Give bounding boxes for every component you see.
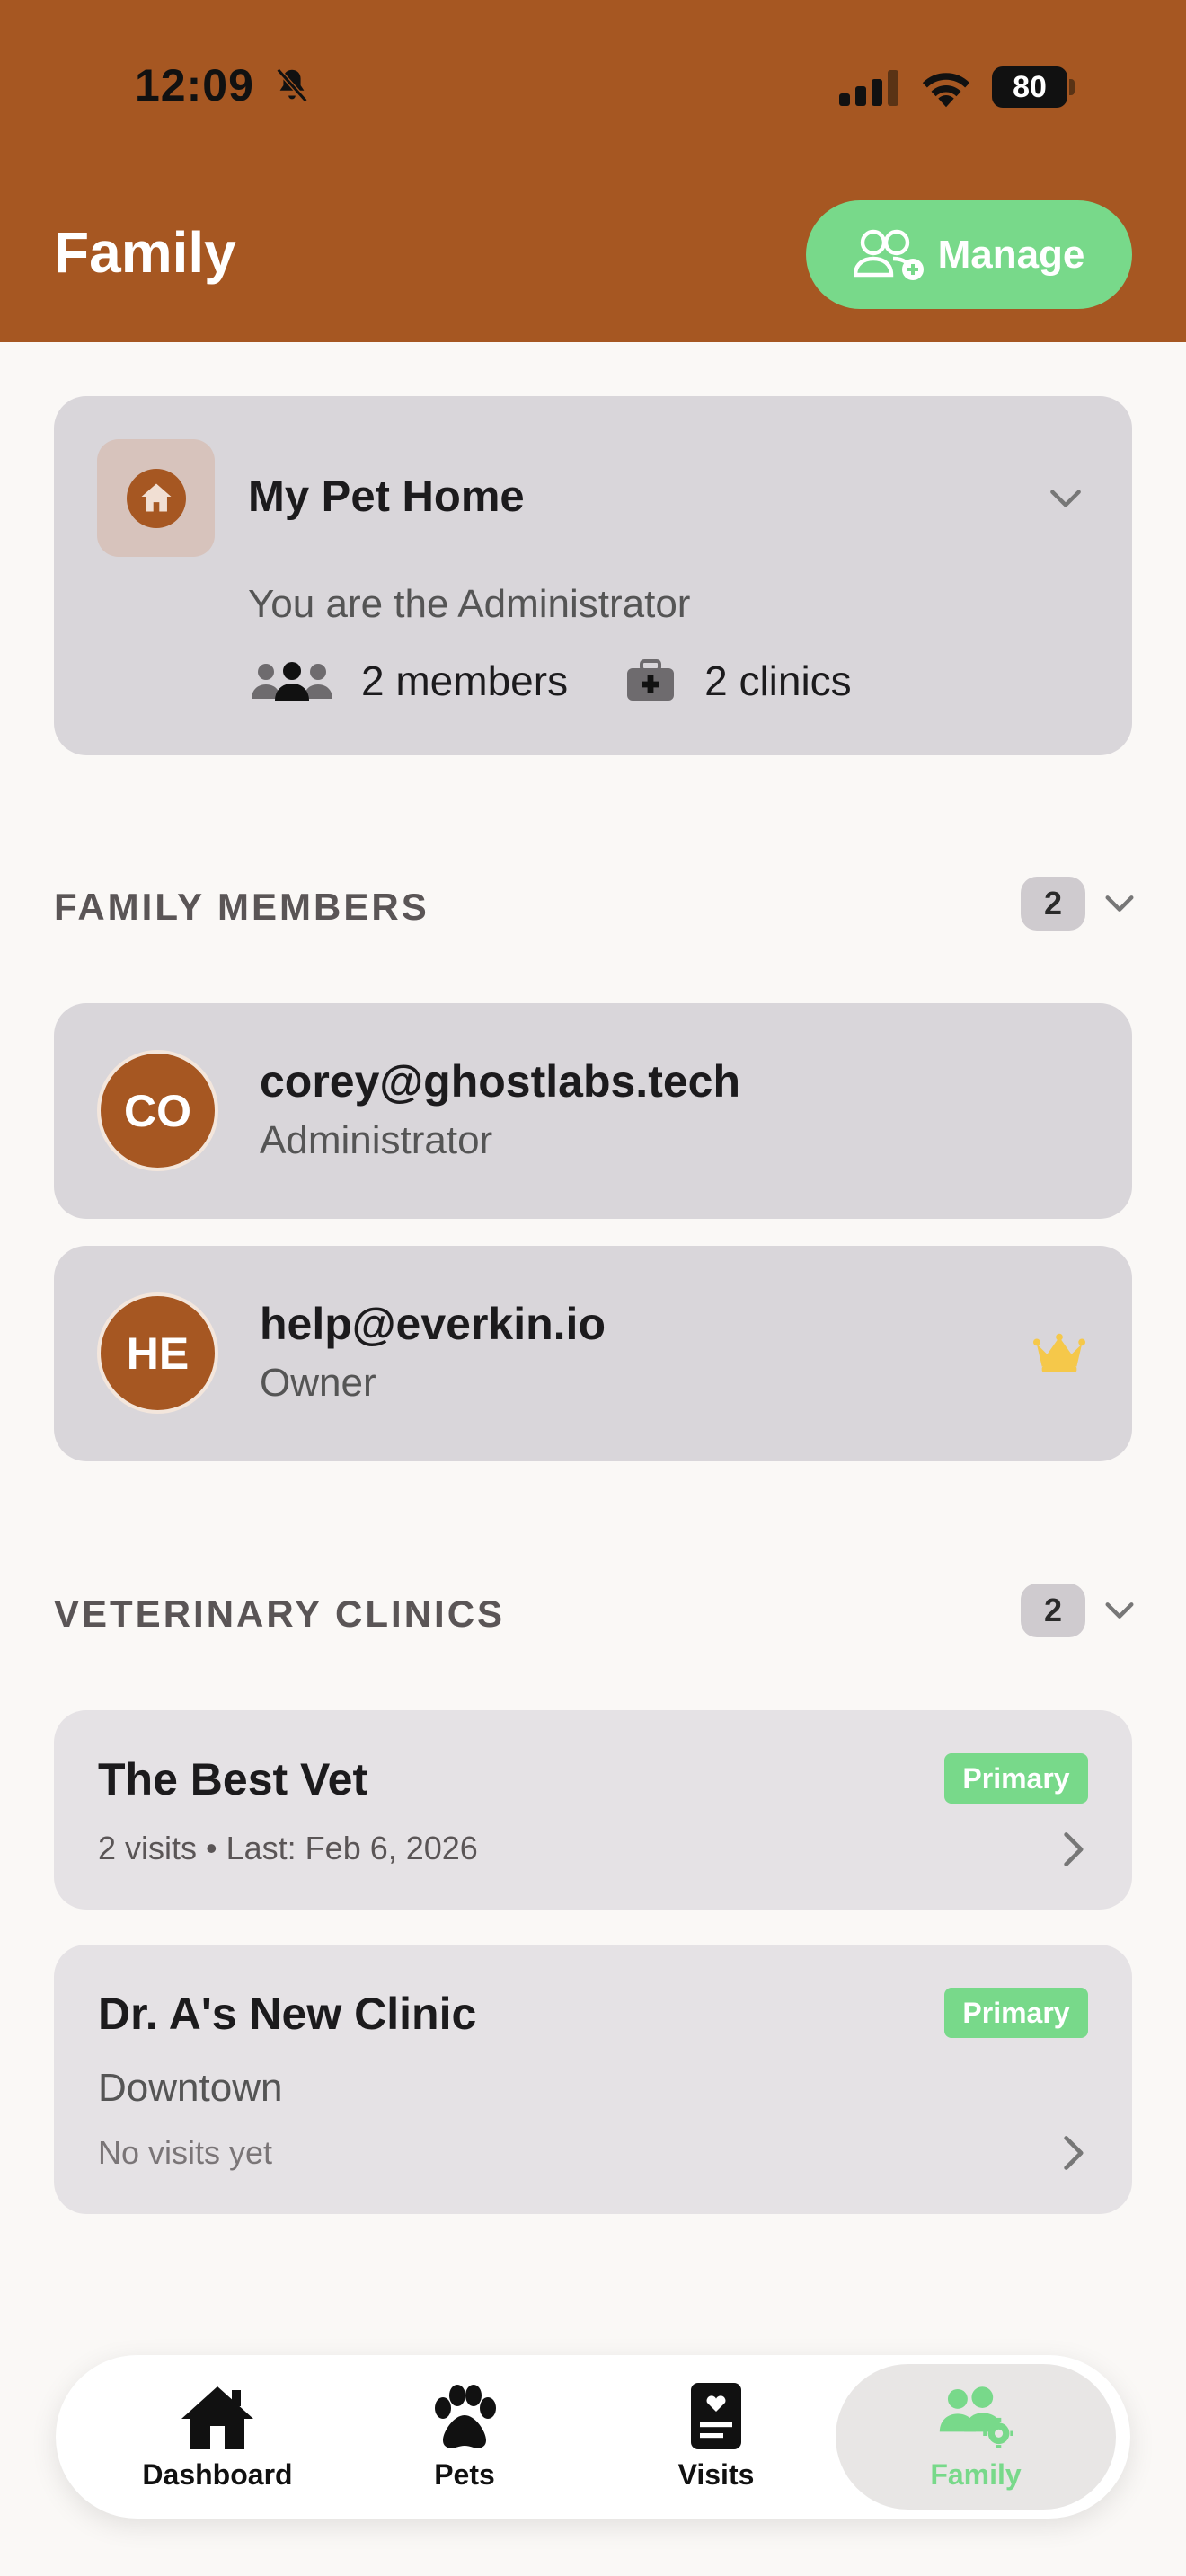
clinic-name: The Best Vet (98, 1754, 368, 1804)
primary-badge: Primary (944, 1988, 1088, 2038)
family-members-header[interactable]: FAMILY MEMBERS 2 (54, 873, 1134, 936)
chevron-down-icon[interactable] (1102, 886, 1137, 922)
chevron-down-icon[interactable] (1046, 479, 1085, 518)
add-person-icon (853, 229, 924, 280)
app-header: 12:09 80 Family Manage (0, 0, 1186, 342)
members-stat: 2 members (252, 657, 568, 705)
tab-bar: Dashboard Pets Visits Family (56, 2355, 1130, 2519)
home-role: You are the Administrator (248, 582, 691, 626)
bell-muted-icon (276, 67, 308, 103)
clinics-count-text: 2 clinics (704, 657, 852, 704)
paw-icon (435, 2384, 496, 2448)
manage-button[interactable]: Manage (806, 200, 1132, 309)
cellular-signal-icon (839, 70, 898, 106)
count-badge: 2 (1021, 877, 1085, 931)
count-badge: 2 (1021, 1584, 1085, 1637)
clinic-location: Downtown (98, 2066, 283, 2110)
clinic-visits-meta: 2 visits • Last: Feb 6, 2026 (98, 1830, 478, 1866)
home-card[interactable]: My Pet Home You are the Administrator 2 … (54, 396, 1132, 755)
home-icon-box (97, 439, 215, 557)
group-icon (252, 662, 332, 701)
wifi-icon (922, 73, 970, 108)
home-stats: 2 members 2 clinics (252, 657, 852, 705)
home-icon (126, 468, 186, 528)
avatar: CO (97, 1050, 218, 1171)
clinic-visits-meta: No visits yet (98, 2134, 273, 2171)
tab-pets[interactable]: Pets (343, 2355, 586, 2519)
member-email: corey@ghostlabs.tech (260, 1056, 741, 1107)
veterinary-clinics-header[interactable]: VETERINARY CLINICS 2 (54, 1580, 1134, 1643)
tab-label: Pets (434, 2457, 495, 2491)
status-time: 12:09 (135, 60, 254, 110)
home-name: My Pet Home (248, 472, 525, 521)
tab-label: Visits (677, 2457, 755, 2491)
family-settings-icon (939, 2386, 1013, 2448)
house-icon (181, 2386, 253, 2449)
member-role: Administrator (260, 1118, 493, 1162)
clinics-stat: 2 clinics (625, 657, 852, 705)
battery-level: 80 (992, 66, 1067, 108)
clinic-name: Dr. A's New Clinic (98, 1989, 477, 2039)
battery-indicator: 80 (992, 66, 1075, 108)
primary-badge: Primary (944, 1753, 1088, 1804)
crown-icon (1033, 1333, 1085, 1372)
member-email: help@everkin.io (260, 1299, 606, 1349)
tab-visits[interactable]: Visits (595, 2355, 837, 2519)
medical-record-icon (691, 2382, 741, 2449)
avatar: HE (97, 1292, 218, 1414)
tab-dashboard[interactable]: Dashboard (96, 2355, 339, 2519)
members-count-text: 2 members (361, 657, 569, 704)
page-title: Family (54, 220, 236, 285)
clinic-card[interactable]: The Best Vet Primary 2 visits • Last: Fe… (54, 1710, 1132, 1910)
clinic-card[interactable]: Dr. A's New Clinic Primary Downtown No v… (54, 1945, 1132, 2214)
member-role: Owner (260, 1361, 376, 1405)
tab-label: Family (930, 2457, 1022, 2491)
member-card[interactable]: CO corey@ghostlabs.tech Administrator (54, 1003, 1132, 1219)
chevron-right-icon[interactable] (1057, 2133, 1089, 2173)
manage-label: Manage (937, 232, 1085, 277)
section-title: VETERINARY CLINICS (54, 1592, 506, 1635)
member-card[interactable]: HE help@everkin.io Owner (54, 1246, 1132, 1461)
tab-label: Dashboard (142, 2457, 293, 2491)
chevron-down-icon[interactable] (1102, 1592, 1137, 1628)
medical-kit-icon (627, 659, 675, 701)
chevron-right-icon[interactable] (1057, 1830, 1089, 1869)
tab-family[interactable]: Family (836, 2364, 1116, 2510)
section-title: FAMILY MEMBERS (54, 886, 429, 928)
battery-cap (1069, 79, 1075, 95)
